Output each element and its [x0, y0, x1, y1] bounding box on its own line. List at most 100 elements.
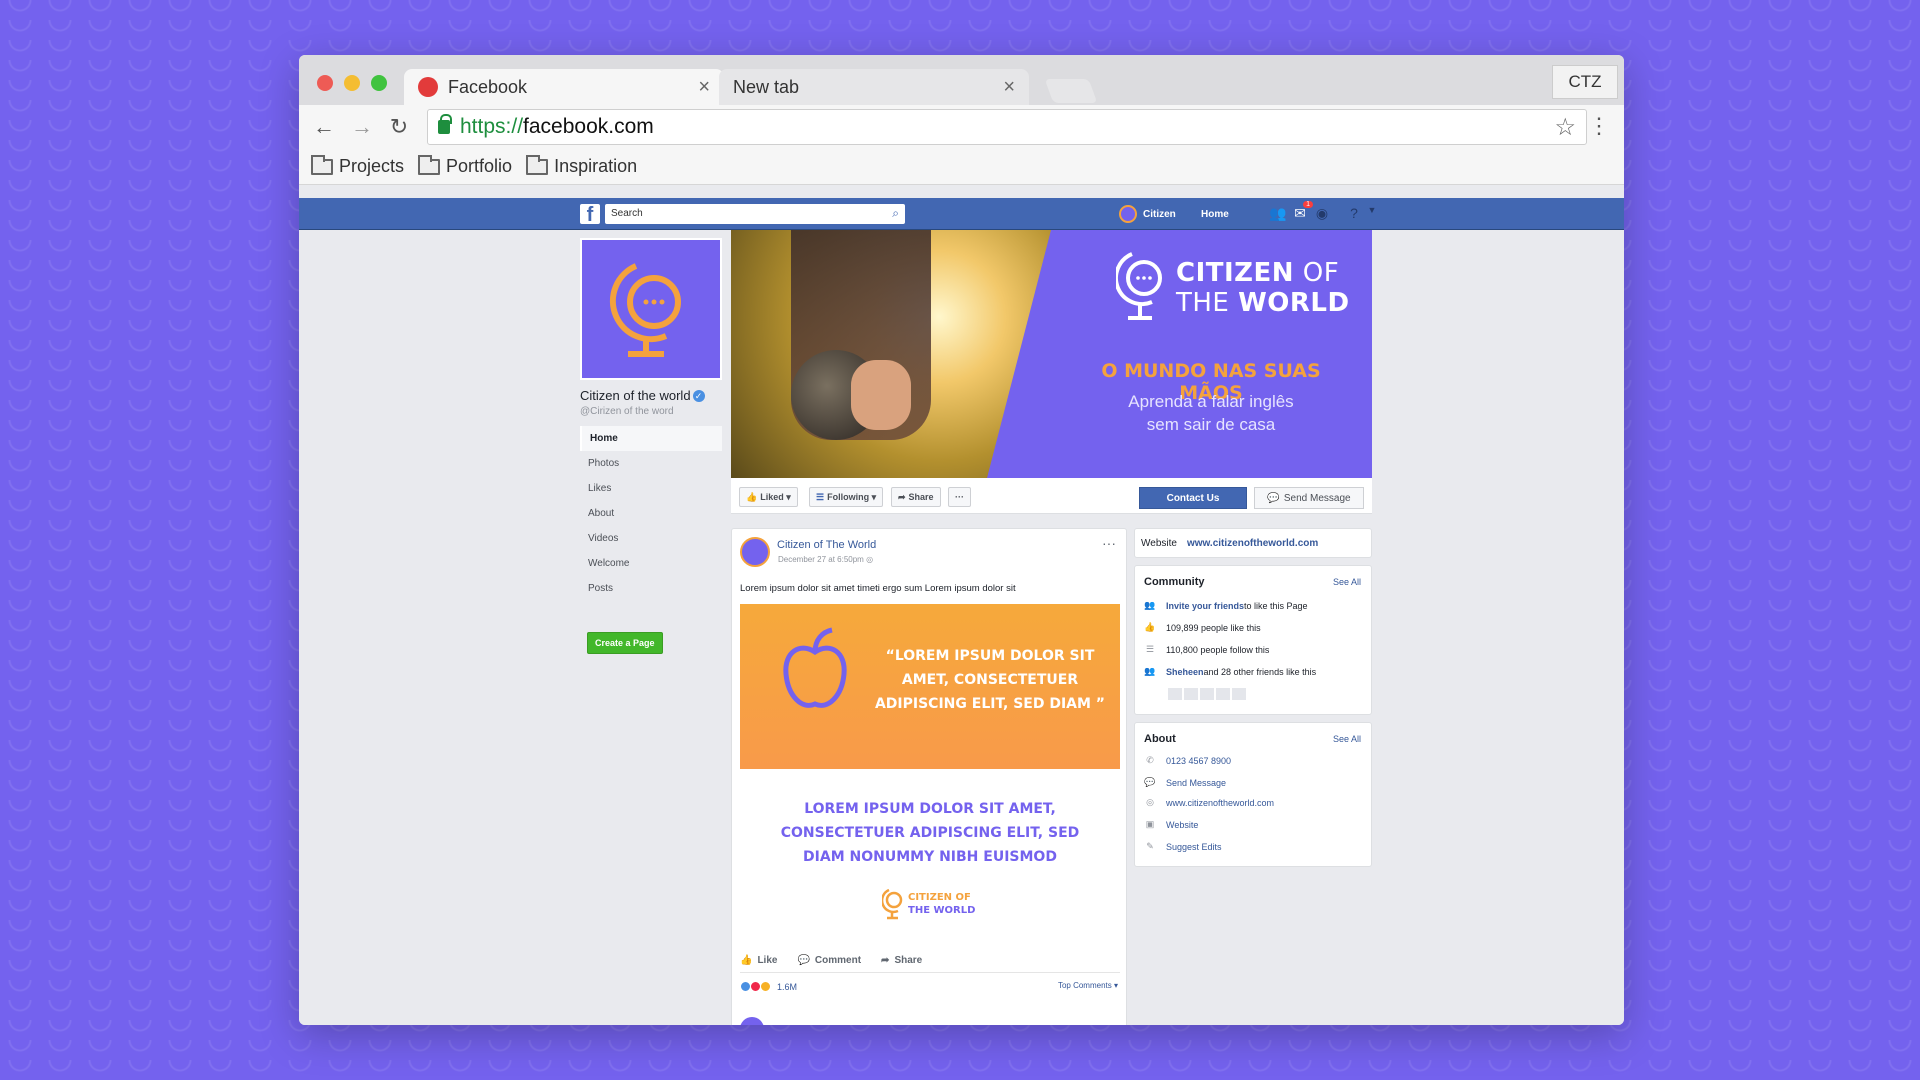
post-headline: LOREM IPSUM DOLOR SIT AMET, CONSECTETUER… — [780, 801, 1080, 865]
left-nav-photos[interactable]: Photos — [580, 451, 722, 476]
about-see-all-link[interactable]: See All — [1333, 734, 1361, 744]
left-nav-about[interactable]: About — [580, 501, 722, 526]
share-button[interactable]: ➦ Share — [891, 487, 941, 507]
post-author[interactable]: Citizen of The World — [777, 539, 876, 551]
messenger-icon: 💬 — [1144, 777, 1156, 787]
new-tab-button[interactable] — [1044, 79, 1098, 103]
left-nav-welcome[interactable]: Welcome — [580, 551, 722, 576]
post-logo-text: CITIZEN OF THE WORLD — [908, 891, 975, 917]
website-row: ▣ Website — [1144, 819, 1199, 830]
left-nav-home[interactable]: Home — [580, 426, 722, 451]
website-url-link[interactable]: www.citizenoftheworld.com — [1166, 798, 1274, 808]
cover-sub-line1: Aprenda a falar inglês — [1128, 392, 1294, 411]
more-button[interactable]: ··· — [948, 487, 971, 507]
folder-icon — [526, 154, 549, 175]
friends-icon[interactable]: 👥 — [1269, 205, 1287, 223]
tab-close-icon[interactable]: × — [698, 76, 710, 99]
messenger-icon[interactable]: ✉ 1 — [1291, 201, 1313, 223]
bookmark-label: Inspiration — [554, 156, 638, 176]
phone-row: ✆ 0123 4567 8900 — [1144, 755, 1231, 766]
chevron-down-icon[interactable]: ▼ — [1363, 205, 1381, 223]
send-message-link[interactable]: Send Message — [1166, 778, 1226, 788]
page-name[interactable]: Citizen of the world ✓ — [580, 388, 705, 403]
page-profile-picture[interactable] — [580, 238, 722, 380]
invite-friends-link[interactable]: Invite your friends — [1166, 601, 1244, 611]
post-text: Lorem ipsum dolor sit amet timeti ergo s… — [740, 583, 1016, 594]
reload-icon[interactable]: ↻ — [384, 112, 414, 142]
logo-citizen: CITIZEN — [908, 892, 953, 903]
contact-us-button[interactable]: Contact Us — [1139, 487, 1247, 509]
share-arrow-icon: ➦ — [898, 491, 906, 502]
bookmark-inspiration[interactable]: Inspiration — [526, 154, 638, 177]
maximize-window-button[interactable] — [371, 75, 387, 91]
liked-label: Liked ▾ — [760, 491, 791, 502]
back-arrow-icon[interactable]: ← — [309, 112, 339, 142]
facebook-search-input[interactable]: Search ⌕ — [605, 204, 905, 224]
bookmark-portfolio[interactable]: Portfolio — [418, 154, 512, 177]
post-date-text: December 27 at 6:50pm — [778, 555, 864, 564]
friend-thumbnail[interactable] — [1168, 688, 1182, 700]
phone-icon: ✆ — [1146, 755, 1154, 765]
friend-name-link[interactable]: Sheheen — [1166, 667, 1204, 677]
website-link[interactable]: Website — [1166, 820, 1198, 830]
community-title: Community — [1144, 576, 1205, 588]
post-image-quote: “LOREM IPSUM DOLOR SIT AMET, CONSECTETUE… — [874, 648, 1106, 712]
logo-world: WORLD — [933, 905, 976, 916]
bookmark-projects[interactable]: Projects — [311, 154, 404, 177]
bookmark-star-icon[interactable]: ☆ — [1554, 113, 1576, 142]
top-comments-dropdown[interactable]: Top Comments ▾ — [1058, 981, 1118, 990]
friend-thumbnail[interactable] — [1216, 688, 1230, 700]
nav-home-link[interactable]: Home — [1201, 198, 1229, 230]
avatar[interactable] — [740, 537, 770, 567]
community-see-all-link[interactable]: See All — [1333, 577, 1361, 587]
globe-icon[interactable]: ◉ — [1313, 205, 1331, 223]
comment-button[interactable]: 💬 Comment — [797, 955, 861, 966]
following-button[interactable]: ☰ Following ▾ — [809, 487, 884, 507]
community-card: Community See All 👥 Invite your friends … — [1134, 565, 1372, 715]
left-nav-posts[interactable]: Posts — [580, 576, 722, 601]
reaction-summary[interactable]: 1.6M — [740, 981, 797, 992]
liked-button[interactable]: 👍 Liked ▾ — [739, 487, 798, 507]
page-name-text: Citizen of the world — [580, 388, 691, 403]
left-nav-likes[interactable]: Likes — [580, 476, 722, 501]
rss-icon: ☰ — [1145, 644, 1155, 654]
globe-icon: ◎ — [1146, 797, 1154, 807]
comment-label: Comment — [814, 955, 862, 966]
like-button[interactable]: 👍 Like — [740, 955, 777, 966]
tab-new-tab[interactable]: New tab × — [719, 69, 1029, 105]
reaction-count: 1.6M — [777, 981, 798, 992]
messenger-icon: 💬 — [1267, 492, 1280, 504]
suggest-edits-row: ✎ Suggest Edits — [1144, 841, 1222, 852]
share-button[interactable]: ➦ Share — [881, 955, 922, 966]
post-options-icon[interactable]: ··· — [1102, 535, 1116, 551]
website-link[interactable]: www.citizenoftheworld.com — [1187, 538, 1318, 549]
minimize-window-button[interactable] — [344, 75, 360, 91]
friend-thumbnail[interactable] — [1184, 688, 1198, 700]
search-icon[interactable]: ⌕ — [892, 206, 899, 221]
send-message-button[interactable]: 💬 Send Message — [1254, 487, 1364, 509]
help-icon[interactable]: ? — [1345, 205, 1363, 223]
phone-number[interactable]: 0123 4567 8900 — [1166, 756, 1231, 766]
create-page-button[interactable]: Create a Page — [587, 632, 663, 654]
invite-friends-row: 👥 Invite your friends to like this Page — [1144, 600, 1307, 611]
friend-thumbnail[interactable] — [1232, 688, 1246, 700]
logo-of: OF — [952, 892, 971, 903]
profile-button[interactable]: CTZ — [1552, 65, 1618, 99]
left-nav-videos[interactable]: Videos — [580, 526, 722, 551]
facebook-logo-icon[interactable]: f — [580, 204, 600, 224]
post-date[interactable]: December 27 at 6:50pm ◎ — [778, 555, 873, 564]
kebab-menu-icon[interactable]: ⋮ — [1588, 113, 1610, 139]
suggest-edits-link[interactable]: Suggest Edits — [1166, 842, 1222, 852]
tab-close-icon[interactable]: × — [1003, 76, 1015, 99]
friend-thumbnail[interactable] — [1200, 688, 1214, 700]
address-bar[interactable]: https://facebook.com ☆ — [427, 109, 1587, 145]
cover-photo[interactable]: CITIZEN OF THE WORLD O MUNDO NAS SUAS MÃ… — [731, 230, 1372, 478]
thumbs-up-icon: 👍 — [746, 491, 758, 502]
tab-title: Facebook — [448, 76, 528, 97]
tab-facebook[interactable]: Facebook × — [404, 69, 724, 105]
close-window-button[interactable] — [317, 75, 333, 91]
post-image[interactable]: “LOREM IPSUM DOLOR SIT AMET, CONSECTETUE… — [740, 604, 1120, 769]
forward-arrow-icon[interactable]: → — [347, 112, 377, 142]
citizen-globe-logo-icon — [609, 263, 681, 357]
nav-profile-link[interactable]: Citizen — [1119, 198, 1176, 230]
